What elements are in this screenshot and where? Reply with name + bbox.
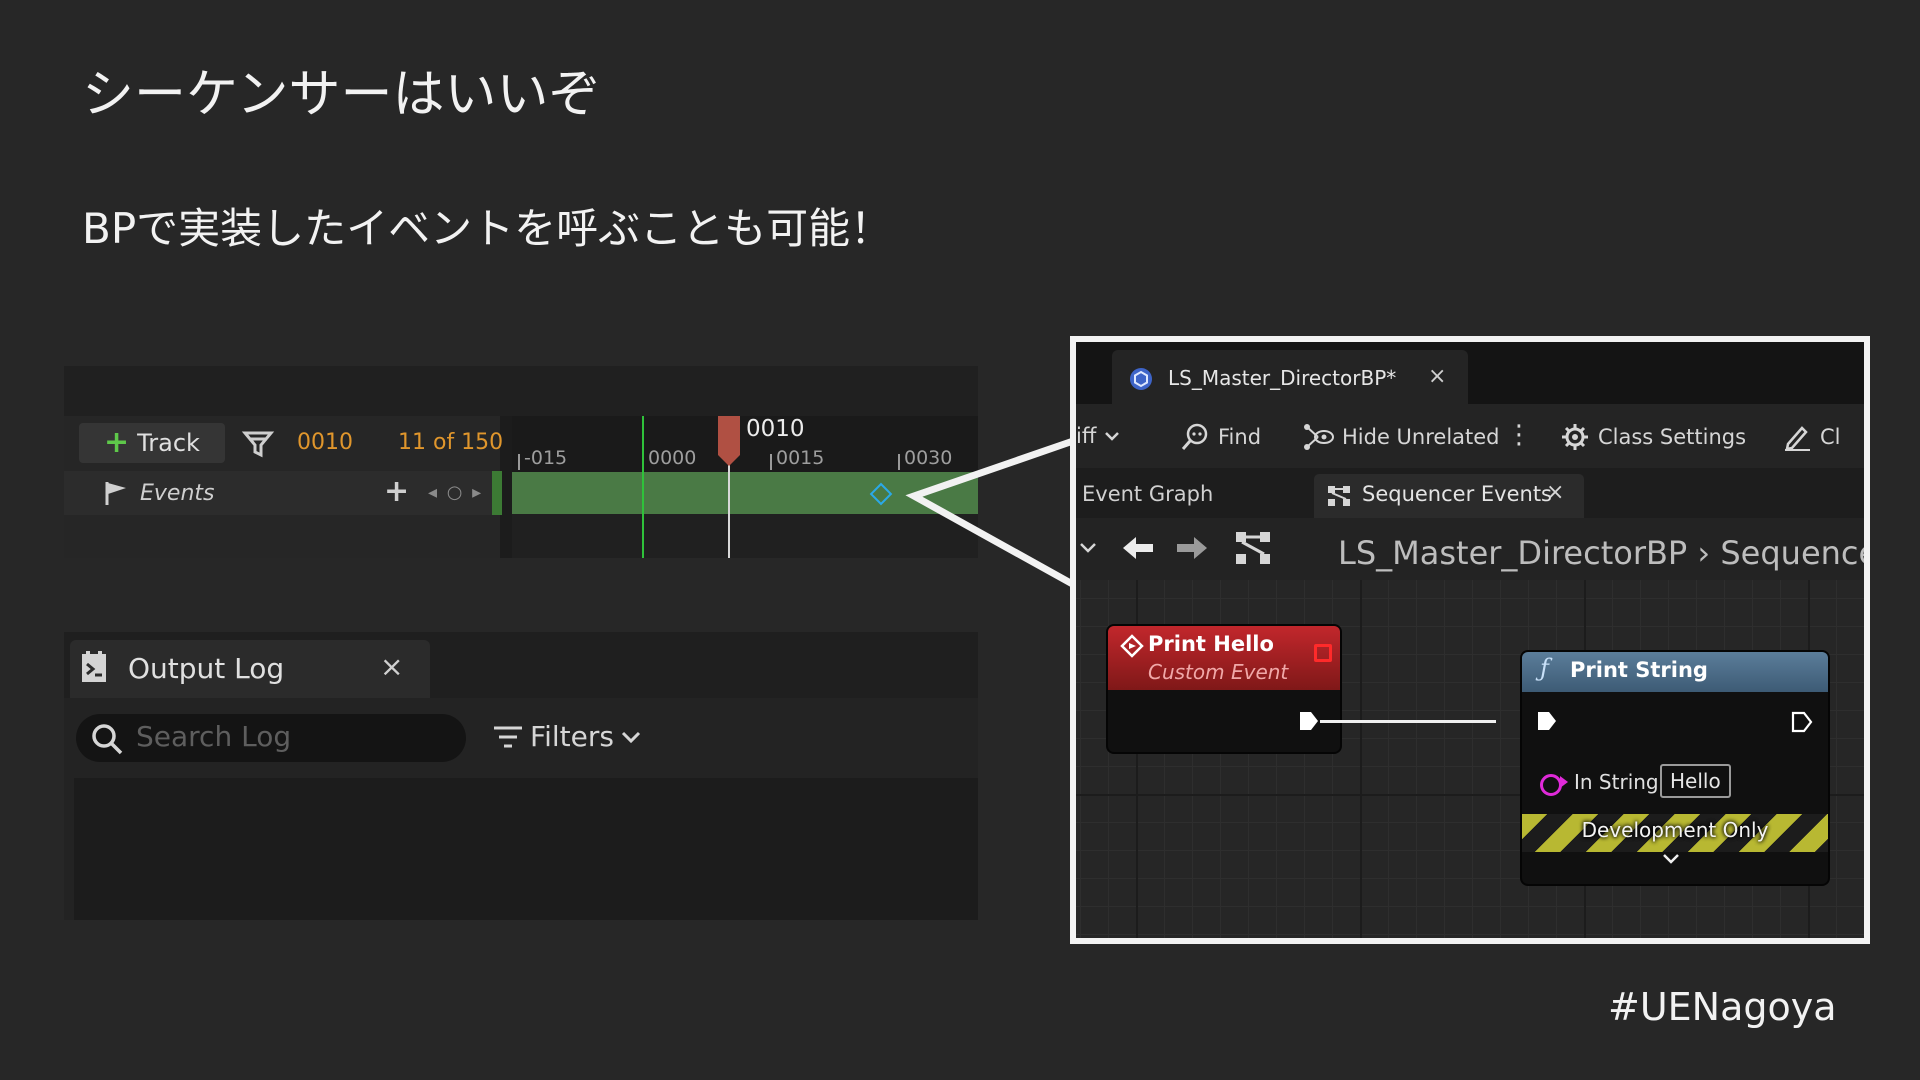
track-color-strip bbox=[492, 471, 502, 515]
add-track-button[interactable]: + Track bbox=[79, 423, 225, 463]
exec-wire[interactable] bbox=[1320, 720, 1496, 723]
filters-label: Filters bbox=[530, 720, 614, 753]
pin-arrow-icon bbox=[1560, 776, 1568, 788]
expand-chevron-icon[interactable] bbox=[1662, 852, 1680, 866]
custom-event-subtitle: Custom Event bbox=[1148, 660, 1289, 684]
find-label: Find bbox=[1218, 425, 1262, 449]
delegate-pin-icon[interactable] bbox=[1314, 644, 1332, 662]
ruler-tick-label: -015 bbox=[524, 447, 568, 469]
filter-lines-icon bbox=[494, 726, 522, 747]
back-arrow-icon[interactable] bbox=[1120, 532, 1156, 564]
ruler-tick-label: 0000 bbox=[648, 447, 697, 469]
forward-arrow-icon[interactable] bbox=[1174, 532, 1210, 564]
class-settings-label: Class Settings bbox=[1598, 425, 1747, 449]
exec-out-pin-icon[interactable] bbox=[1790, 710, 1814, 734]
in-string-value-field[interactable]: Hello bbox=[1660, 764, 1731, 798]
sequencer-panel: + Track 0010 11 of 150 Events + ◂ ○ ▸ -0… bbox=[64, 366, 978, 558]
blueprint-toolbar: iff Find Hide Unrelated ⋮ Class Settings… bbox=[1076, 404, 1864, 468]
find-icon bbox=[1181, 423, 1208, 450]
output-log-title: Output Log bbox=[128, 652, 285, 685]
hide-unrelated-icon bbox=[1304, 424, 1334, 450]
flag-icon bbox=[105, 482, 126, 505]
key-nav-icons[interactable]: ◂ ○ ▸ bbox=[428, 482, 483, 503]
hashtag: #UENagoya bbox=[1608, 985, 1837, 1029]
graph-icon bbox=[1236, 532, 1270, 564]
close-icon[interactable]: × bbox=[380, 650, 403, 683]
slide-title: シーケンサーはいいぞ bbox=[82, 65, 601, 125]
print-string-title: Print String bbox=[1570, 658, 1708, 682]
function-icon: ƒ bbox=[1540, 654, 1549, 682]
in-string-label: In String bbox=[1574, 770, 1659, 794]
class-defaults-icon bbox=[1785, 426, 1810, 451]
log-icon bbox=[82, 651, 106, 682]
breadcrumb-item[interactable]: LS_Master_DirectorBP bbox=[1338, 534, 1687, 572]
playhead-label: 0010 bbox=[746, 416, 805, 442]
tab-sequencer-events-label: Sequencer Events bbox=[1362, 482, 1552, 506]
close-icon[interactable]: × bbox=[1546, 480, 1564, 505]
sequencer-top-strip bbox=[64, 366, 978, 416]
more-options-icon[interactable]: ⋮ bbox=[1506, 420, 1532, 450]
chevron-down-icon bbox=[1105, 432, 1120, 441]
class-settings-button[interactable]: Class Settings bbox=[1560, 422, 1746, 452]
asset-tab-title: LS_Master_DirectorBP* bbox=[1168, 366, 1397, 390]
output-log-panel: Output Log × Search Log Filters bbox=[64, 632, 978, 920]
current-frame[interactable]: 0010 bbox=[297, 430, 353, 455]
tab-event-graph[interactable]: Event Graph bbox=[1082, 482, 1213, 506]
events-track-label: Events bbox=[140, 481, 215, 506]
breadcrumb-item[interactable]: Sequence bbox=[1720, 534, 1864, 572]
event-icon bbox=[1120, 634, 1144, 658]
diff-dropdown[interactable]: iff bbox=[1076, 424, 1120, 448]
filter-icon[interactable] bbox=[240, 426, 276, 462]
find-button[interactable]: Find bbox=[1180, 422, 1261, 452]
filters-dropdown[interactable]: Filters bbox=[492, 720, 642, 753]
breadcrumb-separator: › bbox=[1697, 534, 1721, 572]
add-key-icon[interactable]: + bbox=[384, 474, 409, 509]
search-icon bbox=[92, 724, 123, 755]
log-message-area[interactable] bbox=[74, 778, 978, 920]
development-only-label: Development Only bbox=[1581, 818, 1769, 842]
gear-icon bbox=[1562, 424, 1588, 450]
exec-out-pin-icon[interactable] bbox=[1298, 710, 1320, 732]
chevron-down-icon[interactable] bbox=[1078, 540, 1098, 556]
search-placeholder: Search Log bbox=[136, 720, 292, 753]
string-pin-icon[interactable] bbox=[1540, 774, 1562, 796]
add-track-label: Track bbox=[137, 429, 200, 457]
frame-count: 11 of 150 bbox=[398, 430, 504, 455]
ruler-tick-label: 0015 bbox=[776, 447, 825, 469]
hide-unrelated-label: Hide Unrelated bbox=[1342, 425, 1500, 449]
ruler-tick bbox=[770, 454, 772, 470]
class-defaults-button[interactable]: Cl bbox=[1782, 422, 1841, 452]
playhead-line bbox=[728, 464, 730, 558]
ruler-tick bbox=[518, 454, 520, 470]
class-defaults-label: Cl bbox=[1820, 425, 1841, 449]
blueprint-editor-window: LS_Master_DirectorBP* × iff Find Hide Un… bbox=[1070, 336, 1870, 944]
hide-unrelated-button[interactable]: Hide Unrelated bbox=[1302, 422, 1500, 452]
exec-in-pin-icon[interactable] bbox=[1536, 710, 1558, 732]
blueprint-asset-icon bbox=[1130, 368, 1152, 390]
slide-subtitle: BPで実装したイベントを呼ぶことも可能！ bbox=[82, 204, 893, 253]
chevron-down-icon bbox=[621, 731, 640, 743]
plus-icon: + bbox=[104, 425, 130, 460]
close-icon[interactable]: × bbox=[1428, 364, 1446, 389]
breadcrumb: LS_Master_DirectorBP › Sequence bbox=[1338, 534, 1864, 572]
graph-icon bbox=[1328, 486, 1350, 506]
playback-start-marker[interactable] bbox=[642, 416, 644, 558]
diff-label: iff bbox=[1076, 424, 1097, 448]
custom-event-title: Print Hello bbox=[1148, 632, 1274, 656]
